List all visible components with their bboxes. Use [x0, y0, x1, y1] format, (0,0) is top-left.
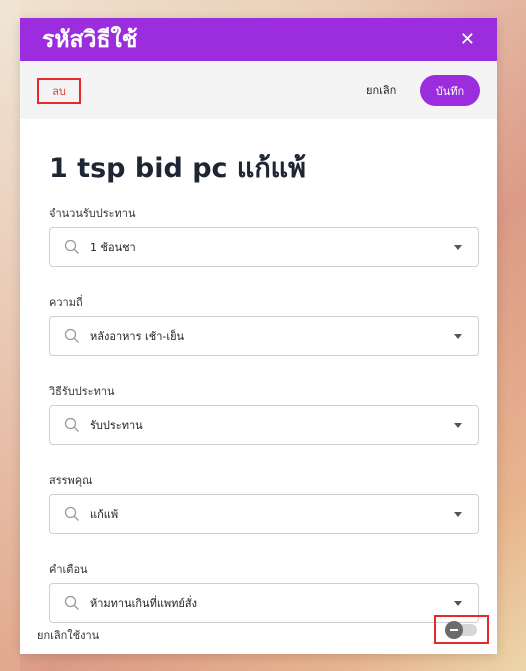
search-icon: [64, 328, 79, 343]
field-label: สรรพคุณ: [49, 474, 93, 487]
chevron-down-icon: [454, 422, 462, 428]
field-label: คำเตือน: [49, 563, 88, 576]
toggle-knob-icon: [444, 620, 463, 639]
select-value: ห้ามทานเกินที่แพทย์สั่ง: [90, 597, 197, 610]
close-icon[interactable]: ✕: [460, 30, 475, 49]
action-bar: ลบ ยกเลิก บันทึก: [20, 61, 497, 119]
frequency-select[interactable]: หลังอาหาร เช้า-เย็น: [49, 316, 479, 356]
chevron-down-icon: [454, 333, 462, 339]
search-icon: [64, 506, 79, 521]
select-value: รับประทาน: [90, 419, 143, 432]
medication-title: 1 tsp bid pc แก้แพ้: [49, 153, 306, 184]
indication-select[interactable]: แก้แพ้: [49, 494, 479, 534]
chevron-down-icon: [454, 244, 462, 250]
modal-header: รหัสวิธีใช้ ✕: [20, 18, 497, 61]
select-value: หลังอาหาร เช้า-เย็น: [90, 330, 185, 343]
select-value: 1 ช้อนชา: [90, 241, 136, 254]
background-strip: [0, 0, 20, 671]
field-label: วิธีรับประทาน: [49, 385, 115, 398]
field-indication: สรรพคุณ แก้แพ้: [49, 471, 480, 534]
chevron-down-icon: [454, 600, 462, 606]
field-method: วิธีรับประทาน รับประทาน: [49, 382, 480, 445]
select-value: แก้แพ้: [90, 508, 119, 521]
disable-toggle[interactable]: [434, 615, 489, 644]
modal-title: รหัสวิธีใช้: [42, 26, 138, 53]
field-frequency: ความถี่ หลังอาหาร เช้า-เย็น: [49, 293, 480, 356]
save-button[interactable]: บันทึก: [420, 75, 480, 106]
delete-button[interactable]: ลบ: [37, 78, 81, 104]
field-warning: คำเตือน ห้ามทานเกินที่แพทย์สั่ง: [49, 560, 480, 623]
search-icon: [64, 239, 79, 254]
toggle-track: [444, 620, 477, 639]
field-dosage: จำนวนรับประทาน 1 ช้อนชา: [49, 204, 480, 267]
chevron-down-icon: [454, 511, 462, 517]
instruction-modal: รหัสวิธีใช้ ✕ ลบ ยกเลิก บันทึก 1 tsp bid…: [20, 18, 497, 654]
warning-select[interactable]: ห้ามทานเกินที่แพทย์สั่ง: [49, 583, 479, 623]
method-select[interactable]: รับประทาน: [49, 405, 479, 445]
disable-toggle-row: ยกเลิกใช้งาน: [20, 615, 497, 648]
cancel-button[interactable]: ยกเลิก: [366, 81, 396, 99]
dosage-select[interactable]: 1 ช้อนชา: [49, 227, 479, 267]
field-label: ความถี่: [49, 296, 83, 309]
form-content: 1 tsp bid pc แก้แพ้ จำนวนรับประทาน 1 ช้อ…: [20, 152, 497, 623]
search-icon: [64, 417, 79, 432]
search-icon: [64, 595, 79, 610]
field-label: จำนวนรับประทาน: [49, 207, 136, 220]
disable-toggle-label: ยกเลิกใช้งาน: [37, 629, 100, 642]
